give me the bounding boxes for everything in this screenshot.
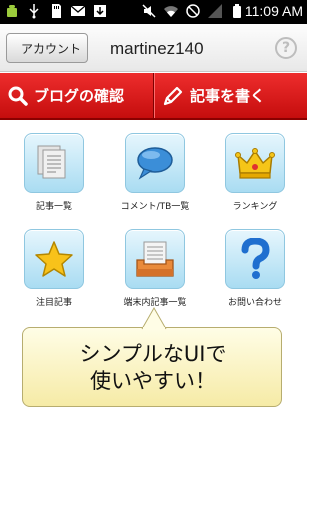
bubble-tail [141, 306, 167, 330]
promo-line-2: 使いやすい！ [90, 369, 216, 393]
grid-item-featured[interactable]: 注目記事 [2, 229, 102, 324]
android-icon [7, 5, 17, 17]
action-bar: ブログの確認 記事を書く [0, 73, 307, 120]
status-bar: 11:09 AM [0, 0, 307, 24]
view-blog-button[interactable]: ブログの確認 [0, 73, 153, 118]
promo-line-1: シンプルなUIで [79, 342, 227, 366]
tile [24, 133, 84, 193]
inbox-tray-icon [136, 241, 174, 277]
usb-icon [29, 4, 39, 19]
app-header: アカウント martinez140 ? [0, 24, 307, 72]
gmail-icon [70, 5, 86, 16]
grid-item-ranking[interactable]: ランキング [203, 133, 303, 228]
promo-text: シンプルなUIで 使いやすい！ [23, 341, 283, 395]
write-article-label: 記事を書く [190, 87, 266, 105]
grid-item-article-list[interactable]: 記事一覧 [2, 133, 102, 228]
tile [225, 229, 285, 289]
crown-icon [235, 148, 275, 179]
no-sim-icon [186, 4, 200, 18]
tile [24, 229, 84, 289]
grid-item-contact[interactable]: お問い合わせ [203, 229, 303, 324]
grid-item-comments[interactable]: コメント/TB一覧 [103, 133, 203, 228]
speech-bubble-icon [137, 147, 173, 180]
battery-icon [233, 4, 241, 18]
grid-item-label: 注目記事 [35, 298, 72, 308]
tile [225, 133, 285, 193]
grid-item-label: ランキング [232, 202, 278, 212]
search-icon [8, 86, 28, 106]
status-time: 11:09 AM [244, 3, 303, 19]
download-icon [94, 5, 106, 17]
promo-bubble: シンプルなUIで 使いやすい！ [22, 327, 282, 407]
question-mark-icon [241, 238, 270, 279]
account-back-label: アカウント [20, 41, 81, 56]
grid-item-label: コメント/TB一覧 [120, 202, 190, 212]
tile [125, 229, 185, 289]
pencil-icon [163, 86, 183, 105]
grid-item-label: お問い合わせ [227, 298, 282, 308]
documents-icon [37, 145, 66, 179]
grid-item-label: 記事一覧 [35, 202, 72, 212]
star-icon [35, 241, 73, 277]
view-blog-label: ブログの確認 [34, 87, 125, 105]
signal-icon [208, 4, 222, 18]
account-back-button[interactable]: アカウント [6, 33, 88, 63]
write-article-button[interactable]: 記事を書く [154, 73, 307, 118]
wifi-icon [164, 6, 178, 17]
help-button[interactable]: ? [275, 37, 297, 59]
sd-card-icon [52, 4, 61, 18]
page-title: martinez140 [110, 39, 204, 58]
mute-icon [142, 4, 156, 18]
tile [125, 133, 185, 193]
